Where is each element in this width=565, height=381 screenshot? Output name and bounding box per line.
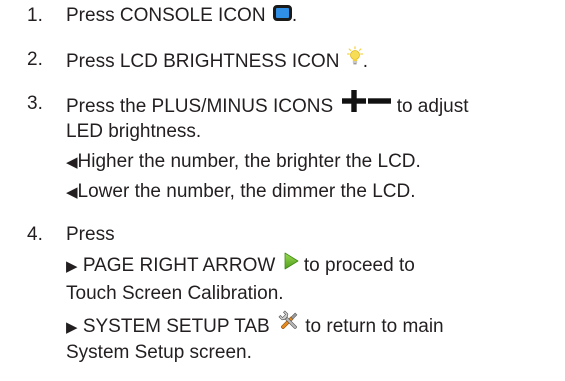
triangle-left-icon: ◀: [66, 184, 78, 201]
lightbulb-icon: [346, 46, 363, 72]
step-1-number: 1.: [27, 5, 43, 26]
step-1-end: .: [291, 5, 298, 26]
step-3-note-2: ◀Lower the number, the dimmer the LCD.: [66, 181, 415, 204]
triangle-right-icon: ▶: [66, 258, 78, 276]
console-icon: [272, 4, 292, 21]
step-2-line: Press LCD BRIGHTNESS ICON .: [66, 46, 368, 75]
step-2-number: 2.: [27, 49, 43, 70]
tools-icon: [278, 310, 300, 338]
step-3-continuation: LED brightness.: [66, 121, 202, 142]
step-2-text: Press LCD BRIGHTNESS ICON: [66, 51, 340, 73]
step-3-line: Press the PLUS/MINUS ICONS to adjust: [66, 90, 469, 121]
step-3-note-2-text: Lower the number, the dimmer the LCD.: [77, 181, 416, 202]
step-1-text: Press CONSOLE ICON: [66, 5, 266, 26]
plus-icon: [342, 90, 367, 118]
step-4-option-1-continuation: Touch Screen Calibration.: [66, 283, 284, 304]
arrow-right-icon: [284, 252, 299, 276]
step-3-text: Press the PLUS/MINUS ICONS: [66, 96, 334, 118]
step-4-option-2: ▶ SYSTEM SETUP TAB to return to main: [66, 310, 444, 341]
step-3-note-1: ◀Higher the number, the brighter the LCD…: [66, 151, 421, 174]
step-4-number: 4.: [27, 224, 43, 245]
step-4-option-1: ▶ PAGE RIGHT ARROW to proceed to: [66, 252, 415, 278]
step-4-option-2-after: to return to main: [305, 316, 444, 338]
step-4-line: Press: [66, 224, 115, 245]
step-4-option-2-text: SYSTEM SETUP TAB: [82, 316, 270, 338]
triangle-left-icon: ◀: [66, 154, 78, 171]
triangle-right-icon: ▶: [66, 319, 78, 337]
step-4-option-1-text: PAGE RIGHT ARROW: [82, 255, 276, 277]
step-1-line: Press CONSOLE ICON .: [66, 4, 298, 27]
minus-icon: [368, 90, 392, 118]
step-3-note-1-text: Higher the number, the brighter the LCD.: [77, 151, 421, 172]
step-3-text-after: to adjust: [396, 96, 469, 118]
step-4-option-1-after: to proceed to: [303, 255, 415, 277]
step-4-option-2-continuation: System Setup screen.: [66, 342, 252, 363]
step-3-number: 3.: [27, 93, 43, 114]
step-2-end: .: [362, 51, 368, 73]
